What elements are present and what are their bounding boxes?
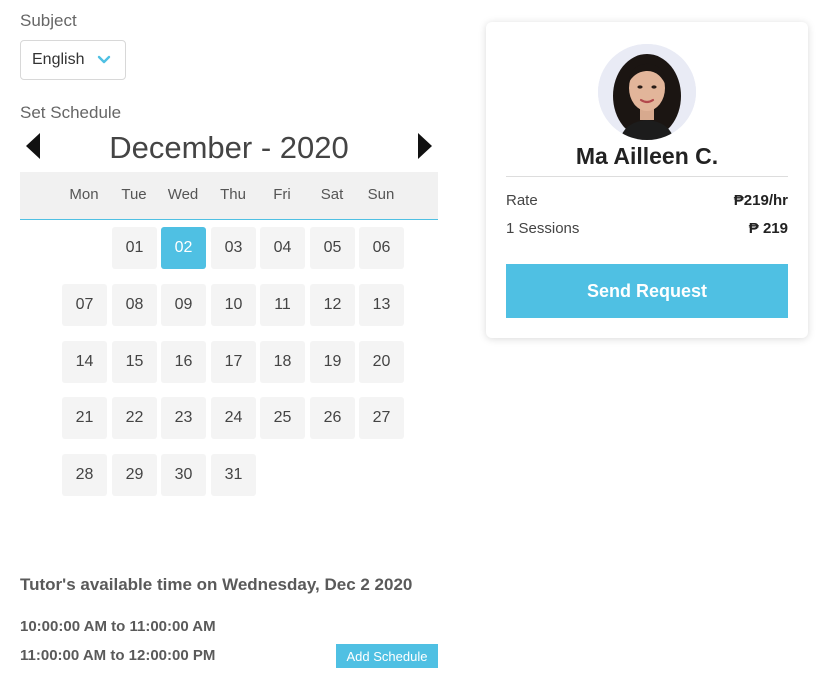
tutor-avatar (598, 44, 696, 140)
weekday-header: Mon Tue Wed Thu Fri Sat Sun (20, 172, 438, 220)
tutor-name: Ma Ailleen C. (575, 143, 719, 169)
day-cell-20[interactable]: 20 (359, 341, 404, 383)
day-cell-10[interactable]: 10 (211, 284, 256, 326)
day-cell-02[interactable]: 02 (161, 227, 206, 269)
day-cell-30[interactable]: 30 (161, 454, 206, 496)
tutor-photo (598, 44, 696, 140)
day-cell-23[interactable]: 23 (161, 397, 206, 439)
weekday-thu: Thu (220, 186, 246, 203)
day-cell-14[interactable]: 14 (62, 341, 107, 383)
day-cell-31[interactable]: 31 (211, 454, 256, 496)
day-cell-17[interactable]: 17 (211, 341, 256, 383)
weekday-wed: Wed (167, 186, 199, 203)
day-cell-11[interactable]: 11 (260, 284, 305, 326)
day-cell-01[interactable]: 01 (112, 227, 157, 269)
day-cell-05[interactable]: 05 (310, 227, 355, 269)
day-cell-22[interactable]: 22 (112, 397, 157, 439)
day-cell-08[interactable]: 08 (112, 284, 157, 326)
day-cell-03[interactable]: 03 (211, 227, 256, 269)
day-cell-21[interactable]: 21 (62, 397, 107, 439)
day-cell-24[interactable]: 24 (211, 397, 256, 439)
sessions-label: 1 Sessions (506, 220, 580, 237)
day-cell-18[interactable]: 18 (260, 341, 305, 383)
time-slot: 10:00:00 AM to 11:00:00 AM (20, 618, 216, 635)
day-cell-25[interactable]: 25 (260, 397, 305, 439)
weekday-tue: Tue (121, 186, 147, 203)
day-cell-16[interactable]: 16 (161, 341, 206, 383)
tutor-card: Ma Ailleen C. Rate ₱219/hr 1 Sessions ₱ … (486, 22, 808, 338)
day-cell-04[interactable]: 04 (260, 227, 305, 269)
send-request-button[interactable]: Send Request (506, 264, 788, 318)
rate-label: Rate (506, 192, 538, 209)
next-month-arrow-icon[interactable] (418, 133, 432, 159)
previous-month-arrow-icon[interactable] (26, 133, 40, 159)
subject-select-value: English (32, 51, 85, 68)
day-cell-07[interactable]: 07 (62, 284, 107, 326)
set-schedule-label: Set Schedule (20, 103, 122, 122)
available-time-title: Tutor's available time on Wednesday, Dec… (20, 575, 413, 594)
day-cell-28[interactable]: 28 (62, 454, 107, 496)
weekday-sun: Sun (367, 186, 395, 203)
sessions-value: ₱ 219 (748, 220, 788, 237)
subject-label: Subject (20, 11, 77, 30)
subject-select[interactable]: English (20, 40, 126, 80)
time-slot: 11:00:00 AM to 12:00:00 PM (20, 647, 216, 664)
card-divider (506, 176, 788, 177)
month-title: December - 2020 (109, 130, 349, 165)
day-cell-27[interactable]: 27 (359, 397, 404, 439)
weekday-mon: Mon (69, 186, 99, 203)
day-cell-09[interactable]: 09 (161, 284, 206, 326)
weekday-fri: Fri (273, 186, 291, 203)
day-cell-12[interactable]: 12 (310, 284, 355, 326)
day-cell-19[interactable]: 19 (310, 341, 355, 383)
day-cell-15[interactable]: 15 (112, 341, 157, 383)
add-schedule-button[interactable]: Add Schedule (336, 644, 438, 668)
rate-value: ₱219/hr (733, 192, 788, 209)
day-cell-29[interactable]: 29 (112, 454, 157, 496)
day-cell-13[interactable]: 13 (359, 284, 404, 326)
weekday-sat: Sat (320, 186, 344, 203)
day-cell-06[interactable]: 06 (359, 227, 404, 269)
chevron-down-icon (97, 55, 111, 64)
day-cell-26[interactable]: 26 (310, 397, 355, 439)
